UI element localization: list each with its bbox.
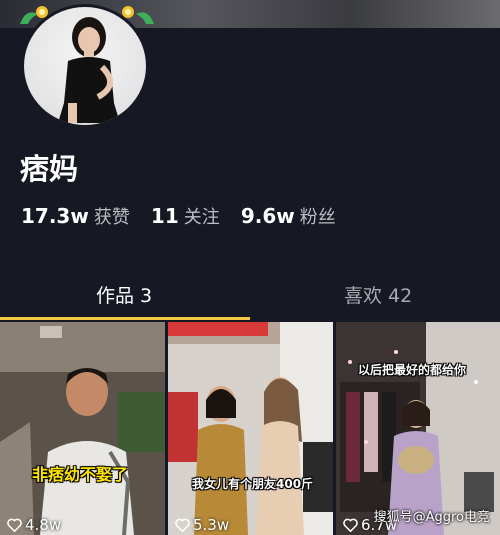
video-caption: 以后把最好的都给你 <box>358 363 467 377</box>
profile-stats: 17.3w 获赞 11 关注 9.6w 粉丝 <box>21 203 352 231</box>
heart-icon <box>7 518 22 533</box>
stat-label: 粉丝 <box>299 207 336 228</box>
stat-value: 11 <box>150 204 179 228</box>
video-thumbnail[interactable]: 我女儿有个朋友400斤 5.3w <box>168 322 333 535</box>
video-likes: 5.3w <box>175 516 229 534</box>
avatar-frame[interactable] <box>18 4 154 128</box>
car-scene-image <box>0 322 165 535</box>
heart-icon <box>175 518 190 533</box>
wardrobe-scene-image <box>336 322 500 535</box>
flower-decoration-icon <box>20 6 48 24</box>
tab-works[interactable]: 作品 3 <box>96 281 152 308</box>
stat-likes[interactable]: 17.3w 获赞 <box>21 203 130 229</box>
active-tab-indicator <box>0 317 250 320</box>
flower-decoration-icon <box>122 6 154 24</box>
stat-followers[interactable]: 9.6w 粉丝 <box>241 203 336 229</box>
video-thumbnail[interactable]: 以后把最好的都给你 6.7w <box>336 322 500 535</box>
store-scene-image <box>168 322 333 535</box>
stat-label: 关注 <box>183 207 220 228</box>
video-caption: 我女儿有个朋友400斤 <box>192 477 314 491</box>
video-caption: 非痞幼不娶了 <box>32 465 129 484</box>
stat-label: 获赞 <box>93 207 130 228</box>
video-like-count: 5.3w <box>193 516 230 534</box>
video-grid: 非痞幼不娶了 4.8w 我女儿有个朋友400斤 5.3w 以后把最好的都给你 6… <box>0 322 500 535</box>
profile-name: 痞妈 <box>20 152 79 186</box>
watermark: 搜狐号@Aggro电竞 <box>373 510 490 525</box>
stat-value: 9.6w <box>240 204 295 228</box>
profile-tabs: 作品 3 喜欢 42 <box>0 272 500 322</box>
heart-icon <box>343 518 358 533</box>
video-like-count: 4.8w <box>25 516 62 534</box>
stat-following[interactable]: 11 关注 <box>151 203 220 229</box>
stat-value: 17.3w <box>21 204 89 228</box>
video-thumbnail[interactable]: 非痞幼不娶了 4.8w <box>0 322 165 535</box>
video-likes: 4.8w <box>7 516 61 534</box>
tab-likes[interactable]: 喜欢 42 <box>344 281 412 308</box>
